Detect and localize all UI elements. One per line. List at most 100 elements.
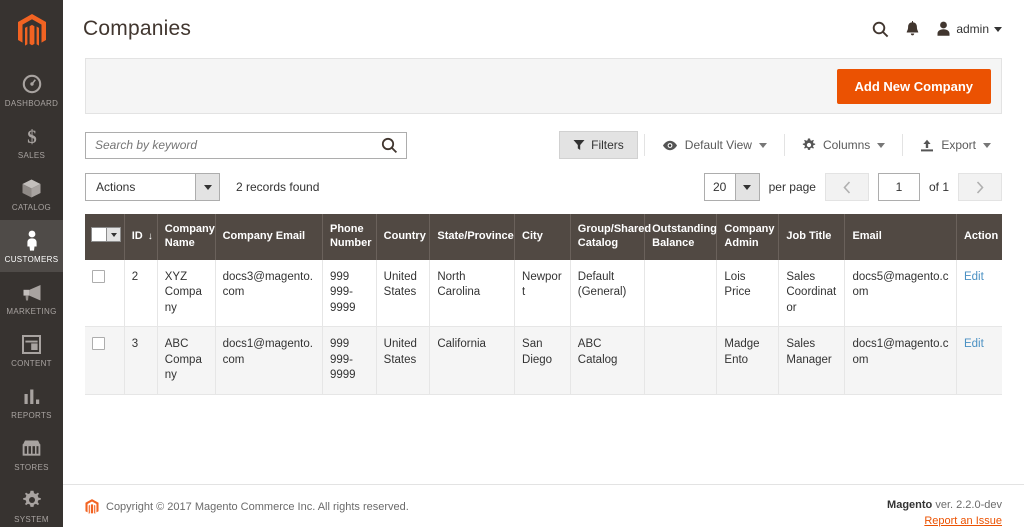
default-view-button[interactable]: Default View <box>651 132 778 158</box>
header-actions: admin <box>872 20 1002 38</box>
chevron-down-icon[interactable] <box>106 228 120 242</box>
version-line: Magento ver. 2.2.0-dev <box>887 499 1002 511</box>
page-header: Companies admin <box>63 0 1024 58</box>
page-number-input[interactable] <box>877 173 920 201</box>
page-actions-bar: Add New Company <box>85 58 1002 114</box>
chevron-down-icon <box>195 174 219 200</box>
export-label: Export <box>941 138 976 152</box>
column-header-email[interactable]: Email <box>844 214 957 260</box>
report-issue-link[interactable]: Report an Issue <box>887 515 1002 527</box>
sort-desc-icon: ↓ <box>147 230 153 242</box>
column-header-group-shared-catalog[interactable]: Group/Shared Catalog <box>570 214 651 260</box>
per-page-select[interactable]: 20 <box>703 173 760 201</box>
sidebar-logo[interactable] <box>0 6 63 60</box>
megaphone-icon <box>21 281 43 303</box>
row-checkbox[interactable] <box>92 337 105 351</box>
sidebar: DASHBOARD $ SALES CATALOG CUSTOMERS MARK… <box>0 0 63 527</box>
box-icon <box>21 177 42 199</box>
columns-label: Columns <box>822 138 871 152</box>
select-all-checkbox[interactable] <box>92 228 106 242</box>
sidebar-item-marketing[interactable]: MARKETING <box>0 272 63 324</box>
column-header-outstanding-balance[interactable]: Outstanding Balance <box>644 214 718 260</box>
column-header-company-admin[interactable]: Company Admin <box>716 214 780 260</box>
sidebar-item-sales[interactable]: $ SALES <box>0 116 63 168</box>
chevron-down-icon <box>758 142 767 148</box>
dollar-sign-icon: $ <box>22 125 42 147</box>
pagination: 20 per page of 1 <box>703 173 1002 201</box>
columns-button[interactable]: Columns <box>791 132 896 158</box>
edit-link[interactable]: Edit <box>964 338 984 350</box>
chevron-left-icon <box>843 180 851 194</box>
cell-city: San Diego <box>514 326 571 395</box>
admin-account-name: admin <box>956 22 989 36</box>
search-icon[interactable] <box>872 21 889 38</box>
filters-button[interactable]: Filters <box>559 131 638 159</box>
cell-group-shared-catalog: Default (General) <box>570 259 646 328</box>
search-input[interactable] <box>86 132 406 158</box>
cell-state-province: California <box>429 326 516 395</box>
search-box[interactable] <box>85 131 407 159</box>
sidebar-item-stores[interactable]: STORES <box>0 428 63 480</box>
cell-company-admin: Madge Ento <box>716 326 780 395</box>
sidebar-item-label: REPORTS <box>11 411 52 420</box>
sidebar-item-dashboard[interactable]: DASHBOARD <box>0 64 63 116</box>
dashboard-gauge-icon <box>22 73 42 95</box>
per-page-label: per page <box>768 180 816 194</box>
admin-account-menu[interactable]: admin <box>936 21 1002 37</box>
sidebar-item-reports[interactable]: REPORTS <box>0 376 63 428</box>
column-header-country[interactable]: Country <box>376 214 431 260</box>
column-header-phone-number[interactable]: Phone Number <box>322 214 377 260</box>
toolbar-divider <box>902 134 904 156</box>
sidebar-item-customers[interactable]: CUSTOMERS <box>0 220 63 272</box>
row-checkbox[interactable] <box>92 269 105 283</box>
previous-page-button[interactable] <box>824 173 869 201</box>
funnel-icon <box>573 140 585 150</box>
copyright-block: Copyright © 2017 Magento Commerce Inc. A… <box>85 499 409 515</box>
cell-group-shared-catalog: ABC Catalog <box>570 326 646 395</box>
next-page-button[interactable] <box>958 173 1002 201</box>
cell-company-email: docs1@magento.com <box>215 326 323 395</box>
row-select-cell[interactable] <box>85 259 125 328</box>
footer-version-block: Magento ver. 2.2.0-dev Report an Issue <box>887 499 1002 527</box>
sidebar-item-content[interactable]: CONTENT <box>0 324 63 376</box>
sidebar-item-system[interactable]: SYSTEM <box>0 480 63 527</box>
column-header-action: Action <box>956 214 1002 260</box>
column-header-company-email[interactable]: Company Email <box>215 214 323 260</box>
column-header-job-title[interactable]: Job Title <box>778 214 846 260</box>
bell-icon[interactable] <box>905 20 920 38</box>
column-header-state-province[interactable]: State/Province <box>429 214 516 260</box>
cell-email: docs1@magento.com <box>844 326 957 395</box>
gear-icon <box>802 138 816 150</box>
row-select-cell[interactable] <box>85 326 125 395</box>
table-row: 3 ABC Company docs1@magento.com 999 999-… <box>85 326 1002 395</box>
column-header-company-name[interactable]: Company Name <box>157 214 216 260</box>
cell-outstanding-balance <box>644 259 718 328</box>
per-page-value: 20 <box>712 180 727 194</box>
export-button[interactable]: Export <box>909 132 1002 158</box>
column-label: ID <box>131 229 143 242</box>
magento-brand-label: Magento <box>887 499 933 511</box>
cell-job-title: Sales Coordinator <box>778 259 846 328</box>
default-view-label: Default View <box>684 138 752 152</box>
gear-icon <box>22 489 42 511</box>
main-content: Companies admin Add New Company Search b… <box>63 0 1024 527</box>
filters-label: Filters <box>591 138 624 152</box>
table-header-row: ID ↓ Company Name Company Email Phone Num… <box>85 214 1002 260</box>
actions-select[interactable]: Actions <box>85 173 220 201</box>
column-header-city[interactable]: City <box>514 214 571 260</box>
cell-company-admin: Lois Price <box>716 259 780 328</box>
cell-state-province: North Carolina <box>429 259 516 328</box>
edit-link[interactable]: Edit <box>964 271 984 283</box>
chevron-down-icon <box>994 26 1002 32</box>
add-new-company-button[interactable]: Add New Company <box>836 68 991 104</box>
page-title: Companies <box>83 17 192 40</box>
select-all-checkbox-dropdown[interactable] <box>91 227 121 243</box>
cell-country: United States <box>376 259 431 328</box>
search-icon[interactable] <box>381 137 398 159</box>
chevron-right-icon <box>976 180 984 194</box>
column-header-select-all[interactable] <box>85 214 125 260</box>
column-header-id[interactable]: ID ↓ <box>124 214 158 260</box>
sidebar-item-catalog[interactable]: CATALOG <box>0 168 63 220</box>
sidebar-item-label: MARKETING <box>6 307 57 316</box>
grid-actions-row: Actions 2 records found 20 per page 1 of… <box>63 159 1024 201</box>
